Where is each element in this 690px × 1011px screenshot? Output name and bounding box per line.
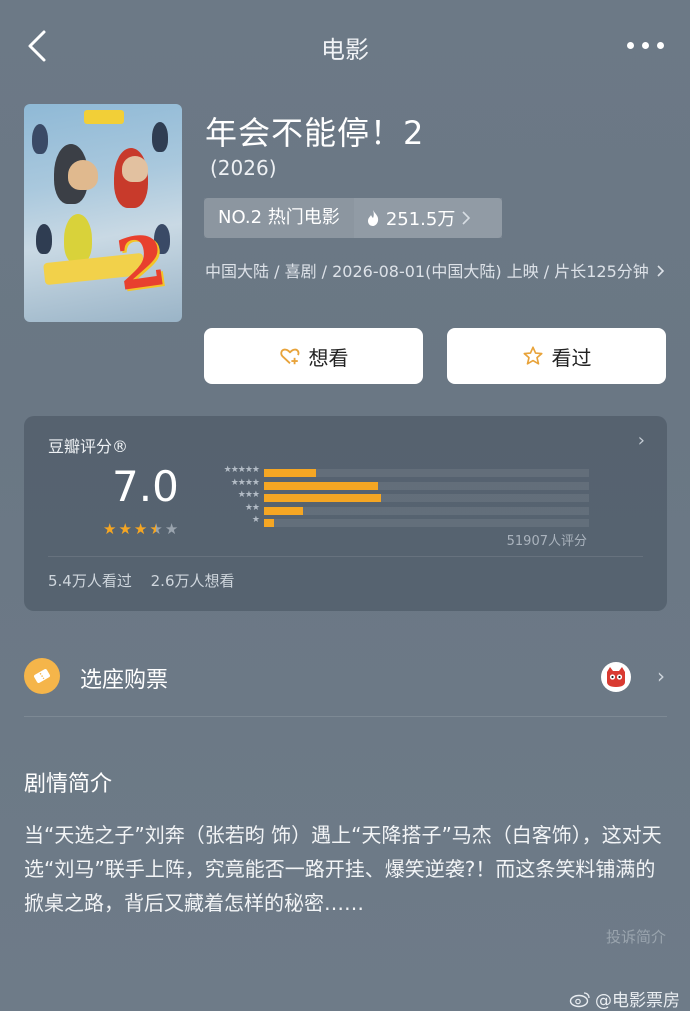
chevron-right-icon: › (657, 664, 665, 688)
watermark: @电影票房 (569, 986, 680, 1011)
maoyan-cat-icon (601, 662, 631, 692)
buy-ticket-row[interactable]: 选座购票 › (24, 648, 667, 708)
distribution-bar (264, 494, 381, 502)
watermark-text: @电影票房 (595, 991, 680, 1011)
synopsis-title: 剧情简介 (24, 772, 113, 797)
distribution-stars-label: ★★★★★ (223, 465, 260, 475)
distribution-stars-label: ★★★ (237, 490, 260, 500)
heat-value[interactable]: 251.5万 (353, 198, 502, 238)
heat-text: 251.5万 (385, 209, 456, 230)
rating-score: 7.0 (112, 462, 179, 511)
heart-plus-icon (279, 348, 299, 365)
distribution-row: ★★ (204, 502, 589, 517)
seen-button[interactable]: 看过 (447, 328, 666, 384)
star-icon: ★ (133, 520, 148, 538)
distribution-bar (264, 506, 303, 515)
distribution-row: ★★★★ (204, 477, 589, 492)
movie-title: 年会不能停！2 (205, 114, 425, 152)
distribution-stars-label: ★ (251, 515, 260, 525)
distribution-track (264, 494, 589, 502)
synopsis-text[interactable]: 当“天选之子”刘奔（张若昀 饰）遇上“天降搭子”马杰（白客饰），这对天选“刘马”… (24, 818, 664, 920)
more-icon[interactable] (624, 34, 664, 56)
rating-stats: 5.4万人看过 2.6万人想看 (48, 570, 249, 591)
top-bar: 电影 (0, 0, 690, 95)
star-icon: ★ (103, 520, 117, 538)
movie-meta[interactable]: 中国大陆 / 喜剧 / 2026-08-01(中国大陆) 上映 / 片长125分… (205, 258, 667, 286)
distribution-stars-label: ★★★★ (230, 477, 260, 488)
weibo-icon (569, 991, 590, 1007)
chevron-right-icon[interactable]: › (638, 430, 645, 451)
star-icon: ★ (164, 520, 179, 538)
distribution-bar (264, 481, 378, 490)
report-synopsis-link[interactable]: 投诉简介 (606, 926, 666, 947)
seen-label: 看过 (551, 345, 592, 370)
want-label: 想看 (308, 345, 349, 370)
rating-count: 51907人评分 (506, 534, 587, 549)
rating-stars: ★ ★ ★ ★ ★ (103, 520, 178, 538)
fire-icon (367, 210, 378, 226)
rating-distribution: ★★★★★ ★★★★ ★★★ ★★ ★ (204, 465, 589, 529)
star-outline-icon (522, 346, 543, 365)
page-title: 电影 (321, 36, 369, 64)
ticket-label: 选座购票 (80, 668, 169, 693)
divider (48, 556, 643, 557)
rating-card[interactable]: 豆瓣评分® › 7.0 ★ ★ ★ ★ ★ ★★★★★ ★★★★ ★★★ ★★ ★ 51907人… (24, 416, 667, 611)
distribution-track (264, 469, 589, 477)
distribution-stars-label: ★★ (244, 502, 260, 513)
rating-title: 豆瓣评分® (48, 437, 129, 456)
distribution-row: ★★★ (204, 490, 589, 504)
chevron-right-icon (657, 265, 665, 277)
distribution-bar (264, 519, 274, 527)
rank-label: NO.2 热门电影 (204, 198, 354, 238)
distribution-track (264, 506, 589, 515)
want-button[interactable]: 想看 (204, 328, 423, 384)
distribution-track (264, 481, 589, 490)
movie-year: (2026) (210, 156, 277, 180)
rank-badge[interactable]: NO.2 热门电影 251.5万 (204, 198, 502, 238)
divider (24, 716, 667, 717)
seen-count: 5.4万人看过 (48, 572, 132, 590)
star-icon: ★ (149, 520, 163, 538)
star-icon: ★ (118, 520, 132, 538)
distribution-row: ★ (204, 515, 589, 529)
meta-text: 中国大陆 / 喜剧 / 2026-08-01(中国大陆) 上映 / 片长125分… (205, 262, 649, 281)
distribution-row: ★★★★★ (204, 465, 589, 479)
chevron-right-icon (462, 211, 471, 225)
want-count: 2.6万人想看 (150, 572, 235, 590)
movie-poster[interactable]: 2 (24, 104, 182, 322)
distribution-bar (264, 469, 316, 477)
distribution-track (264, 519, 589, 527)
ticket-icon (24, 658, 60, 694)
